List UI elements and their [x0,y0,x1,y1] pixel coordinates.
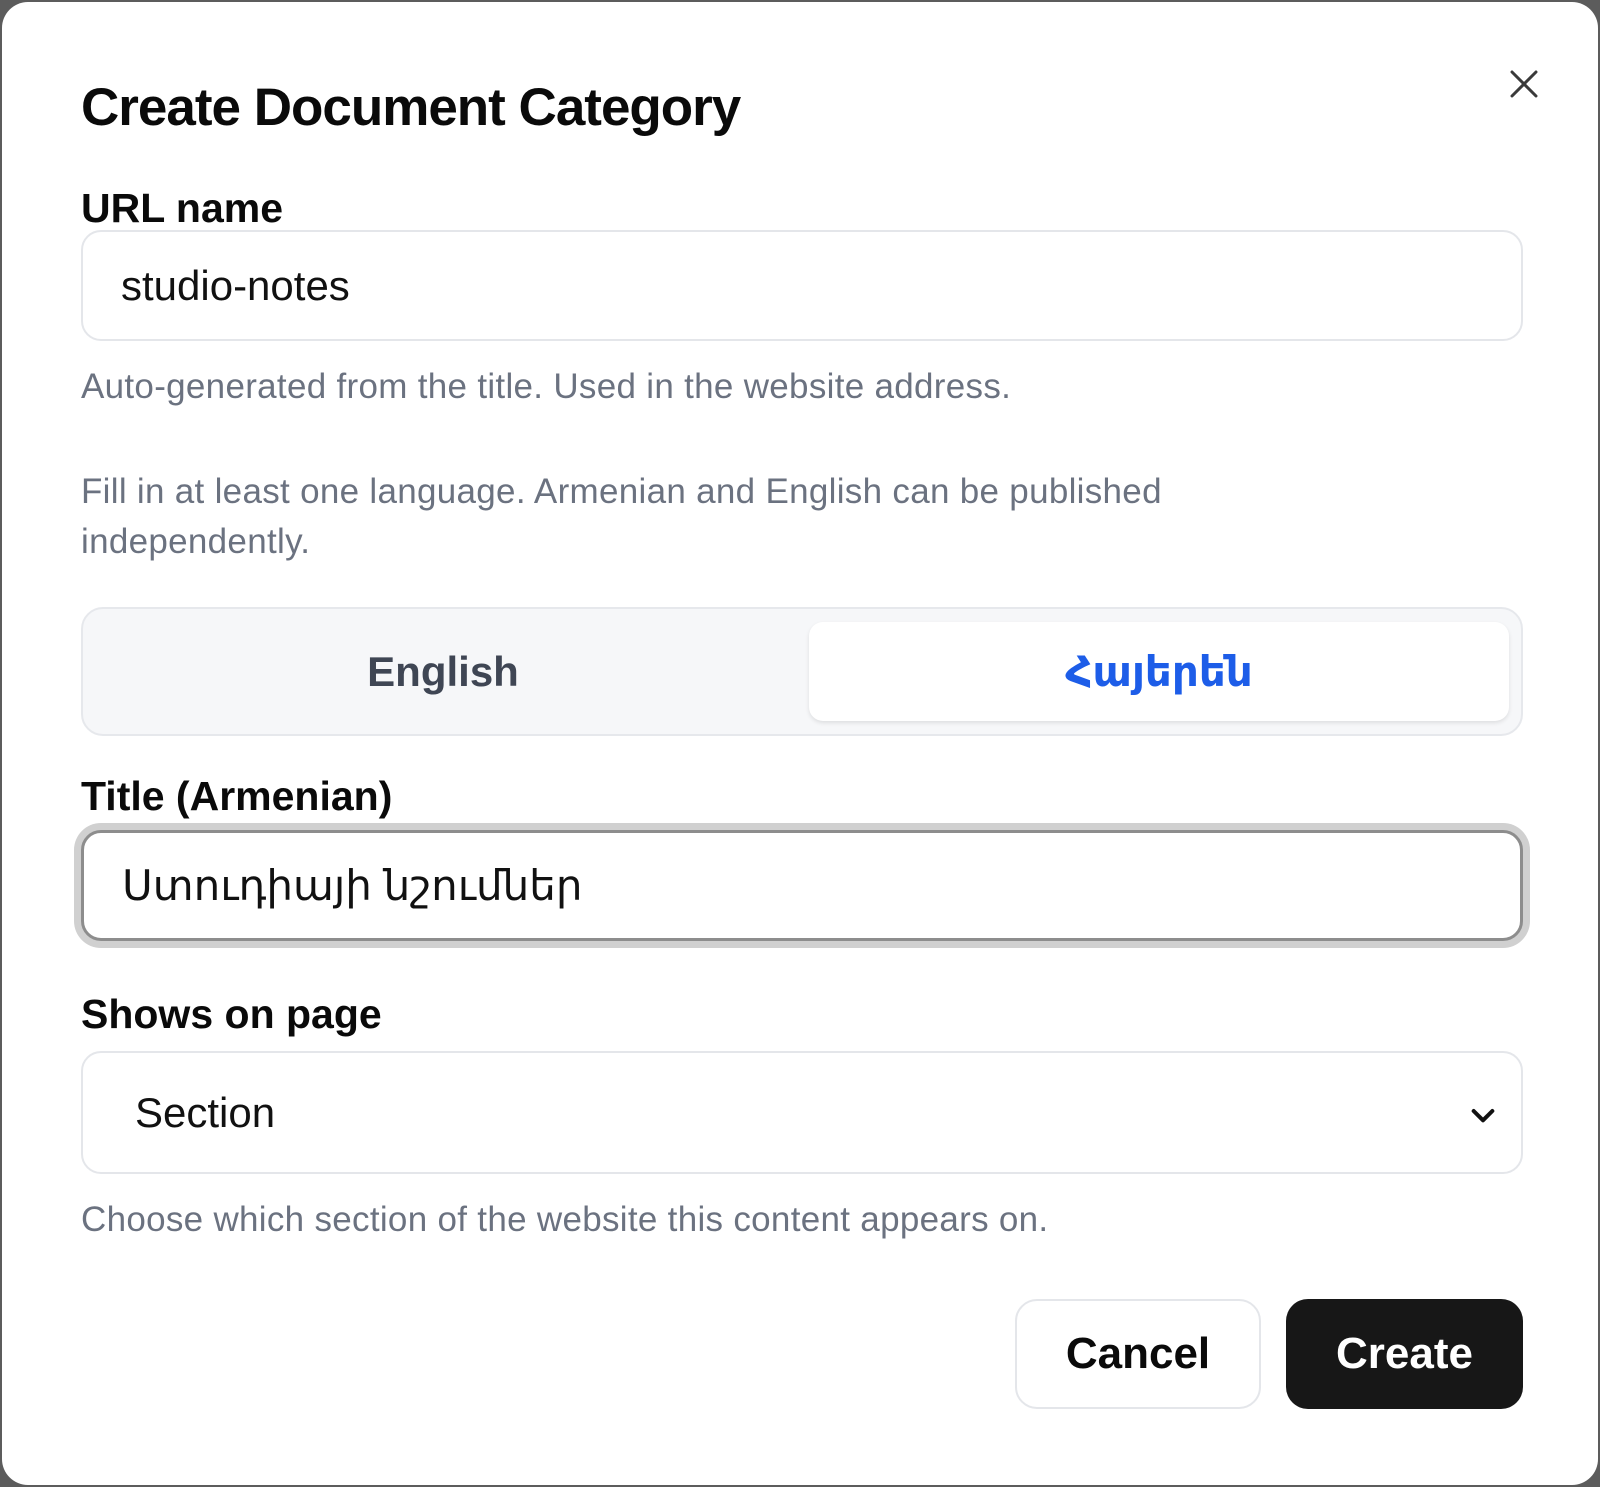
tab-armenian[interactable]: Հայերեն [809,622,1509,721]
close-icon [1510,70,1538,98]
page-select-value: Section [135,1088,276,1136]
cancel-button[interactable]: Cancel [1015,1299,1261,1409]
url-name-value: studio-notes [121,261,350,309]
create-button[interactable]: Create [1286,1299,1523,1409]
shows-on-page-hint: Choose which section of the website this… [81,1200,1049,1239]
close-button[interactable] [1498,58,1550,110]
url-name-hint: Auto-generated from the title. Used in t… [81,367,1012,406]
title-armenian-value: Ստուդիայի նշումներ [122,862,583,909]
shows-on-page-label: Shows on page [81,991,382,1037]
tab-english[interactable]: English [93,622,793,721]
create-category-dialog: Create Document Category URL name studio… [2,2,1598,1485]
language-note-line1: Fill in at least one language. Armenian … [81,472,1162,511]
language-tabs: English Հայերեն [81,607,1523,736]
url-name-input[interactable]: studio-notes [81,230,1523,341]
chevron-down-icon [1471,1109,1495,1123]
page-select[interactable]: Section [81,1051,1523,1174]
dialog-title: Create Document Category [81,78,741,137]
title-armenian-label: Title (Armenian) [81,773,393,819]
url-name-label: URL name [81,185,284,231]
title-armenian-input[interactable]: Ստուդիայի նշումներ [81,830,1523,941]
language-note-line2: independently. [81,522,311,561]
